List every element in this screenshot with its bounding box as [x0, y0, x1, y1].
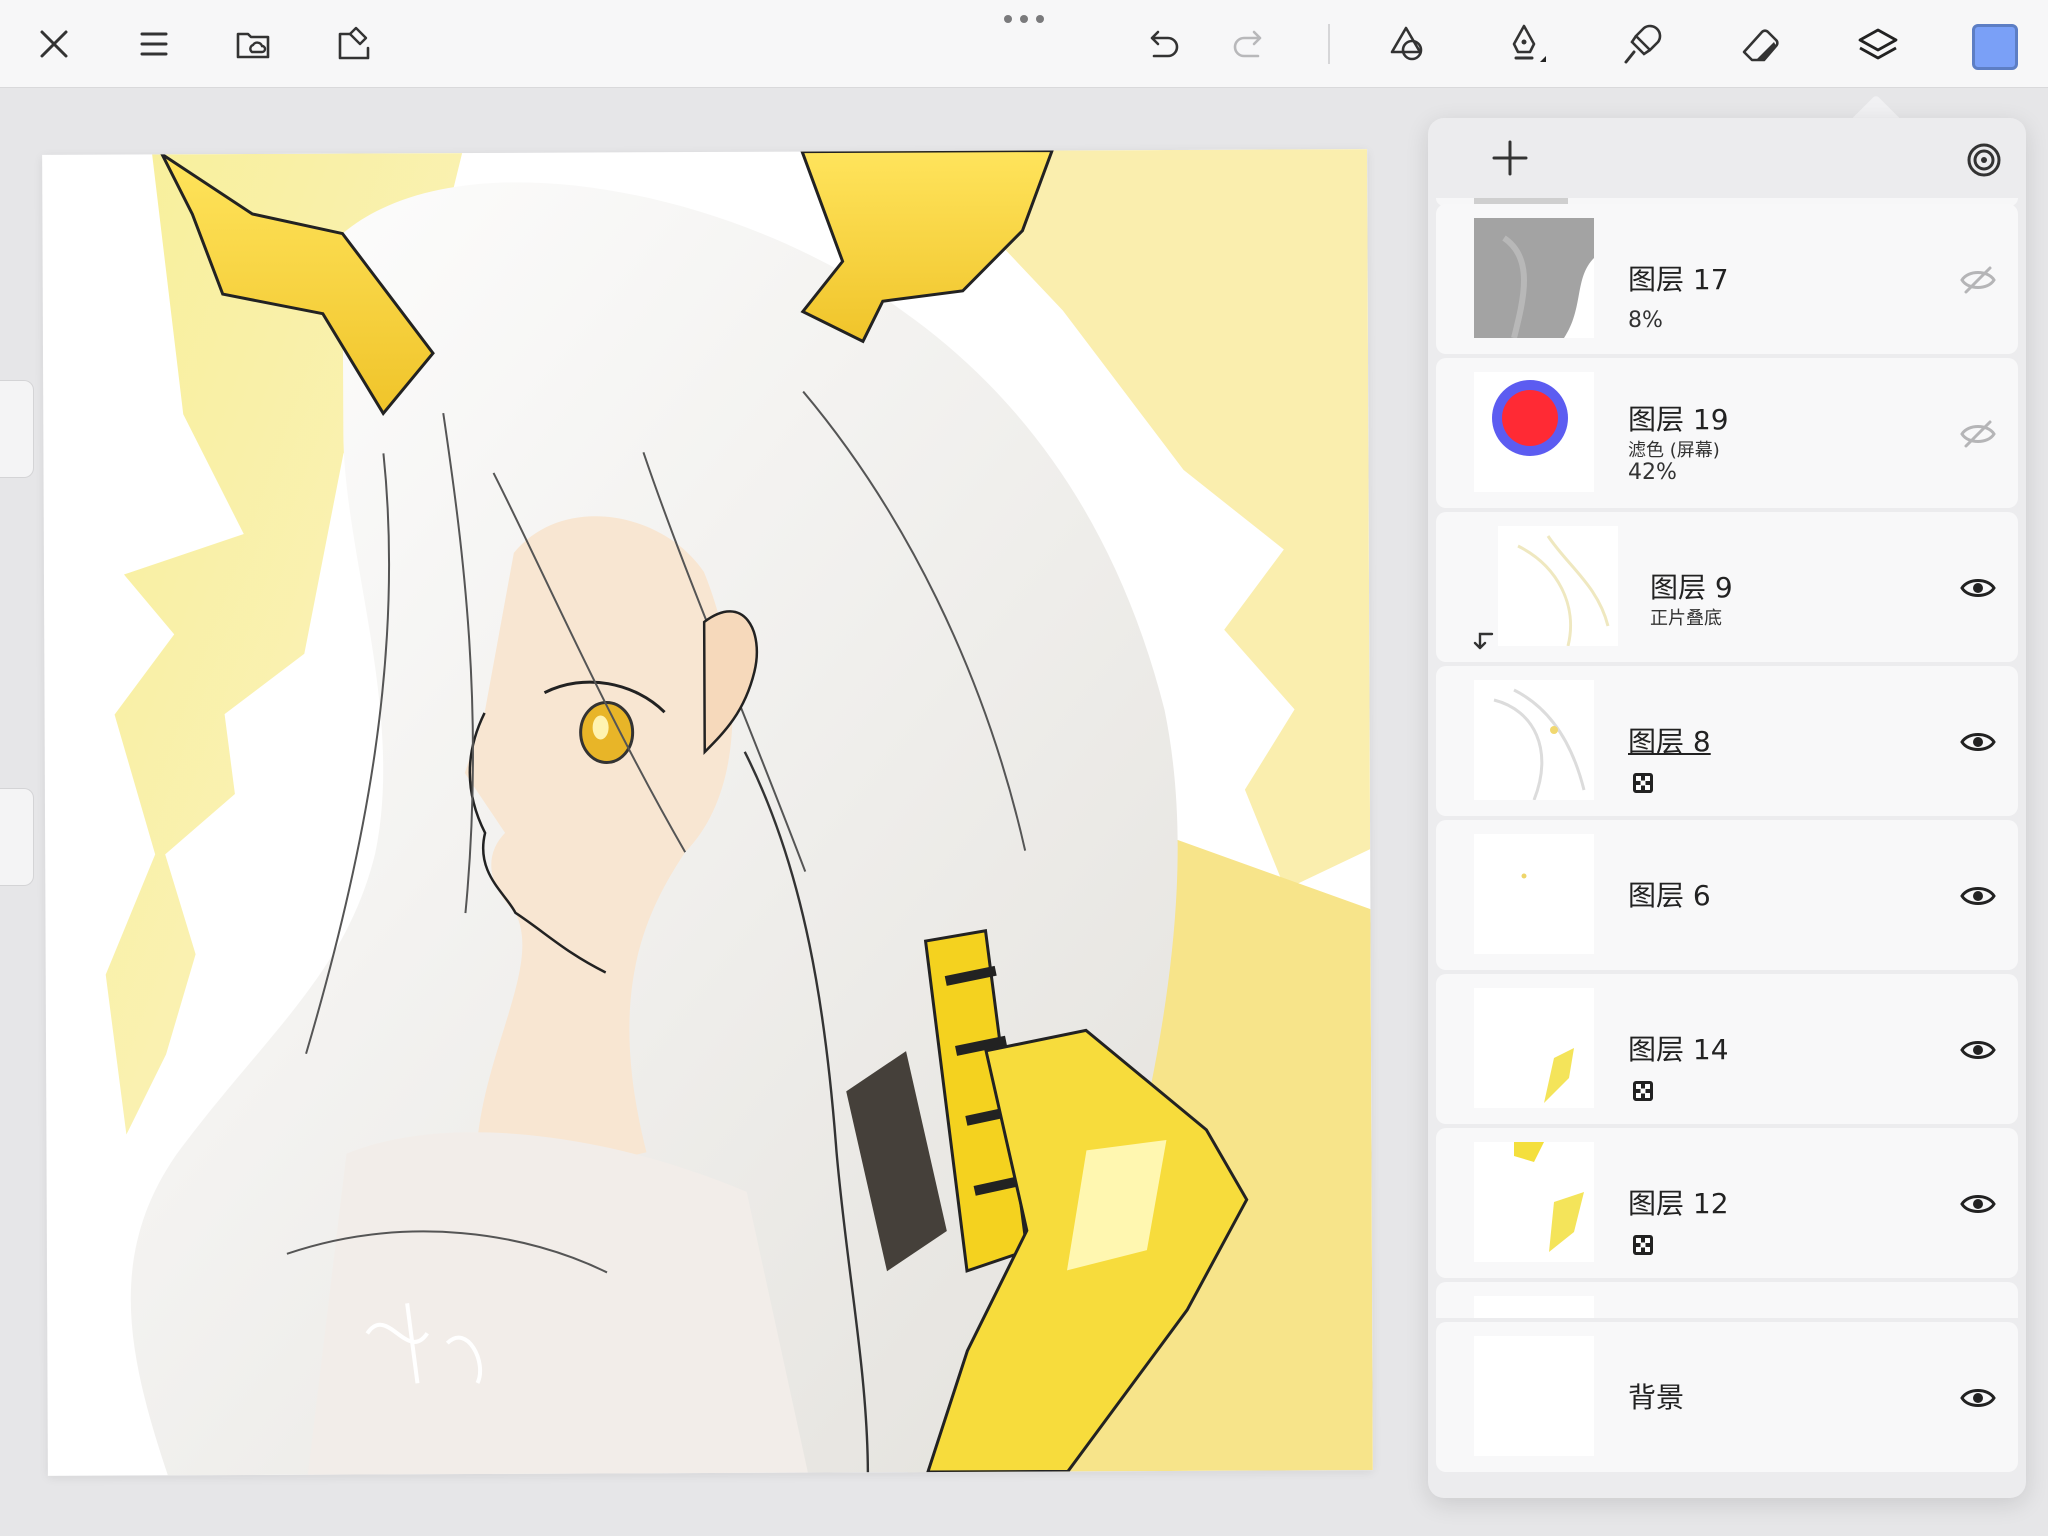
layer-row-partial[interactable]: [1436, 1282, 2018, 1318]
layer-row-background[interactable]: 背景: [1436, 1322, 2018, 1472]
top-toolbar: [0, 0, 2048, 88]
layer-name: 背景: [1628, 1381, 1685, 1414]
shapes-icon: [1390, 26, 1423, 61]
target-icon: [1967, 143, 2001, 177]
undo-button[interactable]: [1132, 14, 1192, 74]
menu-icon: [140, 32, 168, 56]
layer-name: 图层 8: [1628, 725, 1711, 758]
layer-row-selected[interactable]: 图层 8: [1436, 666, 2018, 816]
eraser-icon: [1742, 29, 1779, 62]
current-color-swatch[interactable]: [1972, 24, 2018, 70]
drawing-canvas[interactable]: [42, 149, 1373, 1476]
layer-name: 图层 19: [1628, 403, 1729, 436]
layer-name: 图层 17: [1628, 263, 1729, 296]
layer-blend-mode: 正片叠底: [1650, 608, 1722, 629]
layer-visibility-toggle[interactable]: [1958, 876, 1998, 916]
layer-name: 图层 14: [1628, 1033, 1729, 1066]
layer-visibility-toggle[interactable]: [1958, 1184, 1998, 1224]
layer-visibility-toggle[interactable]: [1958, 568, 1998, 608]
layer-name: 图层 9: [1650, 571, 1733, 604]
layer-visibility-toggle[interactable]: [1958, 414, 1998, 454]
fill-bucket-icon: [1624, 24, 1662, 64]
pen-tool-icon: [1512, 24, 1546, 62]
eye-icon: [1960, 887, 1996, 905]
eye-icon: [1960, 1389, 1996, 1407]
fill-tool-button[interactable]: [1612, 14, 1672, 74]
eye-icon: [1960, 1195, 1996, 1213]
layers-button[interactable]: [1848, 14, 1908, 74]
menu-button[interactable]: [124, 14, 184, 74]
alpha-lock-icon: [1632, 1234, 1654, 1256]
eye-hidden-icon: [1960, 266, 1996, 294]
layer-row[interactable]: 图层 19 滤色 (屏幕) 42%: [1436, 358, 2018, 508]
pen-tool-button[interactable]: [1494, 14, 1554, 74]
redo-icon: [1233, 30, 1262, 58]
eye-hidden-icon: [1960, 420, 1996, 448]
eye-icon: [1960, 579, 1996, 597]
folder-cloud-icon: [236, 32, 270, 59]
redo-button[interactable]: [1220, 14, 1280, 74]
layer-opacity: 42%: [1628, 460, 1677, 485]
layer-visibility-toggle[interactable]: [1958, 1378, 1998, 1418]
layer-visibility-toggle[interactable]: [1958, 260, 1998, 300]
layer-thumbnail: [1474, 834, 1594, 954]
layer-thumbnail: [1498, 526, 1618, 646]
opacity-slider-handle[interactable]: [0, 788, 34, 886]
eye-icon: [1960, 733, 1996, 751]
layer-name: 图层 12: [1628, 1187, 1729, 1220]
layers-icon: [1858, 28, 1898, 60]
layer-row[interactable]: 图层 14: [1436, 974, 2018, 1124]
import-icon: [338, 26, 370, 60]
layer-thumbnail: [1474, 1336, 1594, 1456]
close-button[interactable]: [24, 14, 84, 74]
layer-thumbnail: [1474, 680, 1594, 800]
plus-icon: [1492, 140, 1528, 176]
brush-size-slider-handle[interactable]: [0, 380, 34, 478]
more-options-handle[interactable]: [1000, 12, 1048, 26]
layer-thumbnail: [1474, 988, 1594, 1108]
alpha-lock-icon: [1632, 1080, 1654, 1102]
layer-visibility-toggle[interactable]: [1958, 722, 1998, 762]
shapes-tool-button[interactable]: [1376, 14, 1436, 74]
layer-thumbnail: [1474, 218, 1594, 338]
undo-icon: [1150, 30, 1179, 58]
layer-opacity: 8%: [1628, 308, 1663, 333]
layer-row[interactable]: 图层 6: [1436, 820, 2018, 970]
layer-thumbnail: [1474, 1142, 1594, 1262]
layer-row[interactable]: 图层 17 8%: [1436, 204, 2018, 354]
layer-name: 图层 6: [1628, 879, 1711, 912]
layers-panel-header: [1428, 118, 2026, 198]
layer-settings-button[interactable]: [1964, 140, 2004, 180]
layers-panel: 图层 17 8% 图层 19 滤色 (屏幕) 42% 图层 9 正片叠底 图层 …: [1428, 118, 2026, 1498]
toolbar-divider: [1328, 24, 1330, 64]
close-icon: [40, 30, 68, 58]
eraser-tool-button[interactable]: [1730, 14, 1790, 74]
gallery-button[interactable]: [224, 14, 284, 74]
add-layer-button[interactable]: [1488, 136, 1532, 180]
clipping-mask-icon: [1470, 630, 1496, 654]
artwork: [105, 149, 1373, 1476]
layer-blend-mode: 滤色 (屏幕): [1628, 440, 1720, 461]
eye-icon: [1960, 1041, 1996, 1059]
alpha-lock-icon: [1632, 772, 1654, 794]
layer-row[interactable]: 图层 9 正片叠底: [1436, 512, 2018, 662]
layer-row[interactable]: 图层 12: [1436, 1128, 2018, 1278]
layer-thumbnail: [1474, 372, 1594, 492]
import-button[interactable]: [324, 14, 384, 74]
layer-visibility-toggle[interactable]: [1958, 1030, 1998, 1070]
